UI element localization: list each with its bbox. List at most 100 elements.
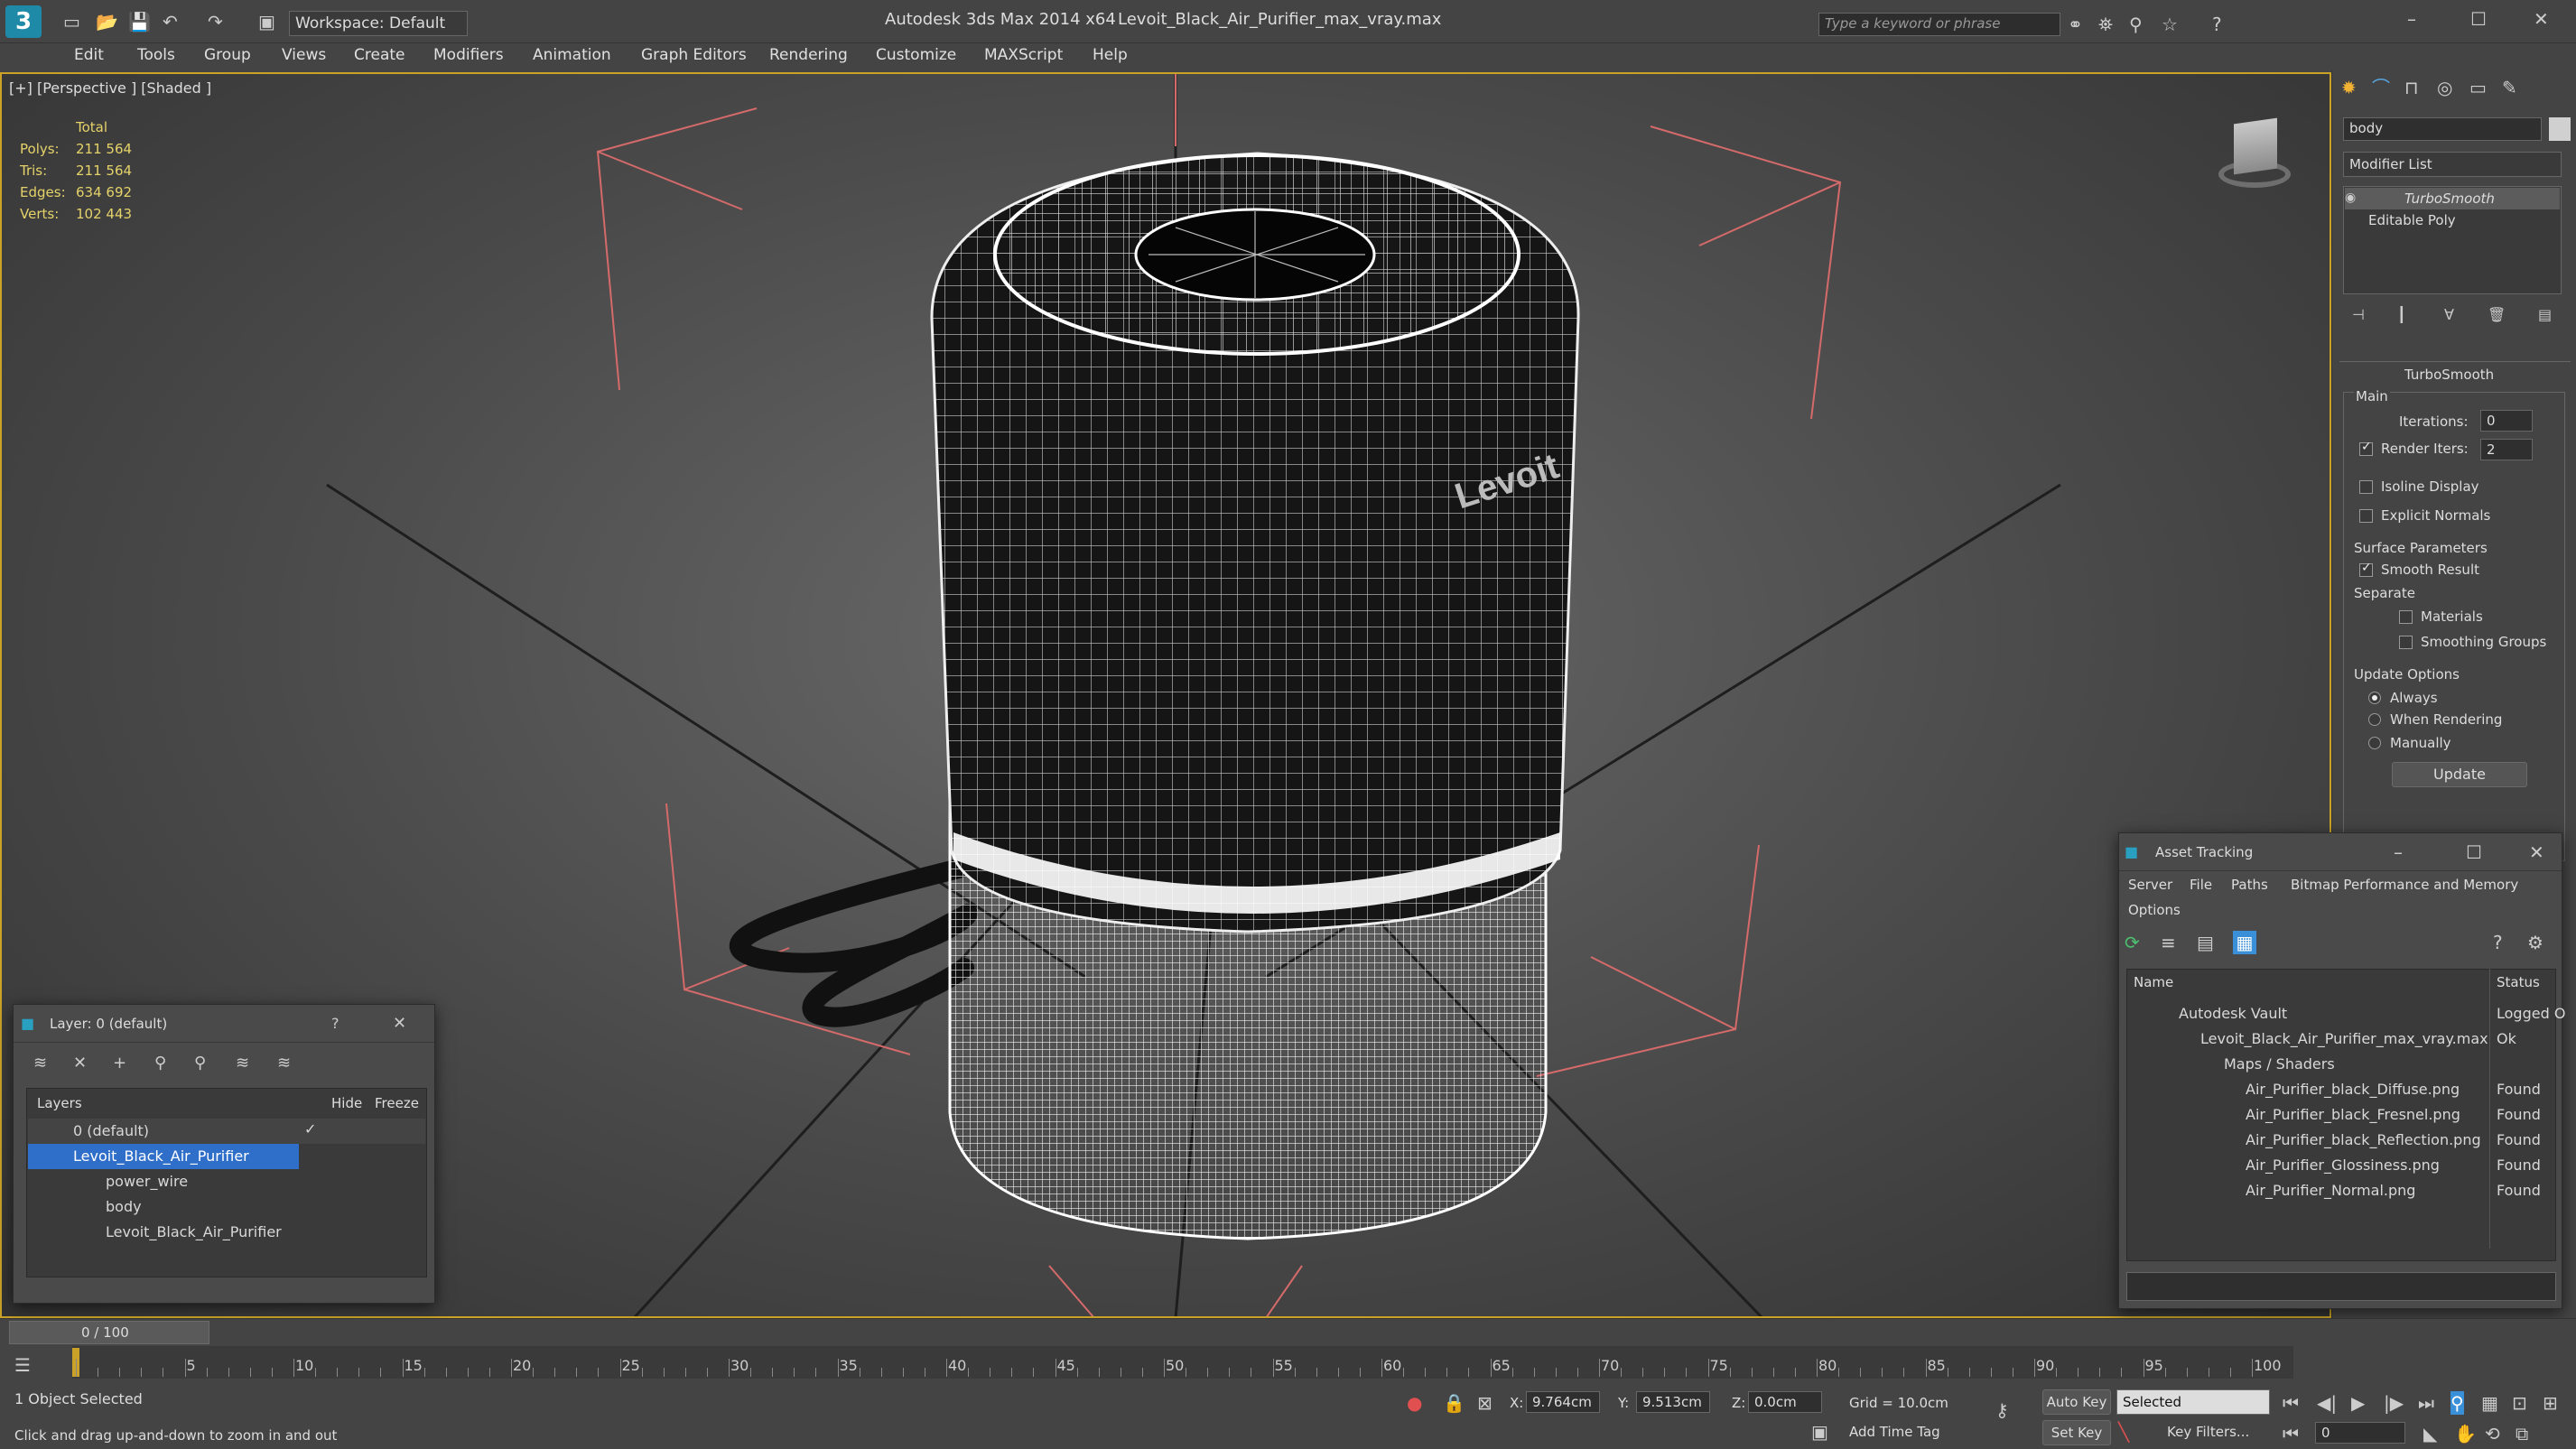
menu-animation[interactable]: Animation xyxy=(533,46,611,64)
menu-views[interactable]: Views xyxy=(282,46,326,64)
help-icon[interactable]: ? xyxy=(2212,13,2222,36)
zoom-all-icon[interactable]: ▦ xyxy=(2481,1391,2498,1415)
light-bulb-icon[interactable]: ◉ xyxy=(2345,186,2356,209)
asset-menu-bitmap[interactable]: Bitmap Performance and Memory xyxy=(2291,877,2518,893)
field-of-view-icon[interactable]: ◣ xyxy=(2423,1422,2437,1445)
menu-group[interactable]: Group xyxy=(204,46,251,64)
asset-row-normal[interactable]: Air_Purifier_Normal.png Found xyxy=(2128,1178,2554,1203)
asset-row-glossiness[interactable]: Air_Purifier_Glossiness.png Found xyxy=(2128,1153,2554,1178)
object-name-field[interactable]: body xyxy=(2343,117,2542,141)
z-coordinate-field[interactable]: 0.0cm xyxy=(1748,1391,1822,1413)
asset-menu-paths[interactable]: Paths xyxy=(2231,877,2268,893)
pan-icon[interactable]: ✋ xyxy=(2454,1422,2477,1445)
orbit-icon[interactable]: ⟲ xyxy=(2485,1422,2500,1445)
utilities-tab-icon[interactable]: ✎ xyxy=(2502,76,2517,99)
iterations-spinner[interactable]: 0 xyxy=(2480,410,2533,432)
when-rendering-radio[interactable] xyxy=(2368,713,2381,726)
table-view-icon[interactable]: ▤ xyxy=(2197,931,2214,954)
manually-radio[interactable] xyxy=(2368,737,2381,749)
viewcube[interactable] xyxy=(2205,116,2304,197)
render-iters-checkbox[interactable] xyxy=(2359,440,2373,456)
binoculars-icon[interactable]: ⚭ xyxy=(2068,13,2083,36)
freeze-all-icon[interactable]: ≋ xyxy=(277,1052,291,1075)
lock-selection-icon[interactable]: 🔒 xyxy=(1443,1391,1465,1415)
explicit-normals-checkbox[interactable] xyxy=(2359,509,2373,523)
materials-checkbox[interactable] xyxy=(2399,610,2413,624)
asset-menu-server[interactable]: Server xyxy=(2128,877,2172,893)
transform-mode-icon[interactable]: ⊠ xyxy=(1477,1391,1493,1415)
menu-modifiers[interactable]: Modifiers xyxy=(433,46,504,64)
workspace-dropdown[interactable]: Workspace: Default xyxy=(289,11,468,36)
maximize-viewport-icon[interactable]: ⧉ xyxy=(2516,1422,2528,1445)
modify-tab-icon[interactable]: ⌒ xyxy=(2372,76,2390,99)
highlight-layer-icon[interactable]: ⚲ xyxy=(194,1052,206,1075)
layer-row-default[interactable]: 0 (default) ✓ xyxy=(28,1119,425,1144)
select-objects-icon[interactable]: ⚲ xyxy=(154,1052,166,1075)
selected-dropdown[interactable]: Selected xyxy=(2116,1389,2270,1415)
key-mode-icon[interactable]: ⏮ xyxy=(2283,1422,2299,1445)
smooth-result-checkbox[interactable] xyxy=(2359,561,2373,577)
pin-icon[interactable]: ● xyxy=(1407,1391,1422,1415)
mini-curve-editor-icon[interactable]: ☰ xyxy=(14,1353,31,1377)
motion-tab-icon[interactable]: ◎ xyxy=(2437,76,2452,99)
current-frame-field[interactable]: 0 xyxy=(2315,1422,2405,1444)
update-button[interactable]: Update xyxy=(2392,762,2527,787)
save-file-icon[interactable]: 💾 xyxy=(128,10,151,33)
y-coordinate-field[interactable]: 9.513cm xyxy=(1636,1391,1710,1413)
go-to-start-icon[interactable]: ⏮ xyxy=(2283,1391,2299,1415)
open-file-icon[interactable]: 📂 xyxy=(96,10,118,33)
col-freeze-header[interactable]: Freeze xyxy=(375,1095,419,1111)
list-view-icon[interactable]: ≡ xyxy=(2161,931,2176,954)
rollout-turbosmooth-title[interactable]: TurboSmooth xyxy=(2404,367,2494,383)
next-frame-icon[interactable]: |▶ xyxy=(2384,1391,2404,1415)
col-hide-header[interactable]: Hide xyxy=(331,1095,362,1111)
layer-help-icon[interactable]: ? xyxy=(331,1012,339,1036)
make-unique-icon[interactable]: ∀ xyxy=(2444,303,2454,327)
menu-maxscript[interactable]: MAXScript xyxy=(984,46,1063,64)
layer-row-body[interactable]: body xyxy=(28,1194,425,1220)
layer-close-icon[interactable]: ✕ xyxy=(393,1012,406,1036)
subscription-icon[interactable]: ⛯ xyxy=(2098,13,2113,36)
asset-menu-file[interactable]: File xyxy=(2190,877,2212,893)
create-layer-icon[interactable]: ≋ xyxy=(33,1052,47,1075)
asset-title-bar[interactable]: ■ Asset Tracking – ☐ ✕ xyxy=(2119,833,2562,871)
key-filters-button[interactable]: Key Filters... xyxy=(2167,1424,2249,1440)
menu-customize[interactable]: Customize xyxy=(876,46,956,64)
asset-help-icon[interactable]: ? xyxy=(2493,931,2503,954)
play-icon[interactable]: ▶ xyxy=(2351,1391,2365,1415)
zoom-extents-icon[interactable]: ⊡ xyxy=(2512,1391,2527,1415)
asset-close-icon[interactable]: ✕ xyxy=(2529,841,2544,864)
menu-edit[interactable]: Edit xyxy=(74,46,104,64)
asset-minimize-icon[interactable]: – xyxy=(2394,841,2403,864)
col-name-header[interactable]: Name xyxy=(2134,974,2173,990)
menu-tools[interactable]: Tools xyxy=(137,46,175,64)
add-to-layer-icon[interactable]: + xyxy=(113,1052,126,1075)
display-tab-icon[interactable]: ▭ xyxy=(2469,76,2487,99)
asset-path-field[interactable] xyxy=(2126,1272,2556,1301)
menu-help[interactable]: Help xyxy=(1093,46,1128,64)
search-input[interactable]: Type a keyword or phrase xyxy=(1818,13,2060,36)
render-iters-spinner[interactable]: 2 xyxy=(2480,439,2533,460)
show-end-result-icon[interactable]: ┃ xyxy=(2397,303,2406,327)
auto-key-button[interactable]: Auto Key xyxy=(2042,1389,2111,1415)
set-key-button[interactable]: Set Key xyxy=(2042,1420,2111,1445)
col-status-header[interactable]: Status xyxy=(2497,974,2540,990)
create-tab-icon[interactable]: ✹ xyxy=(2341,76,2357,99)
col-layers-header[interactable]: Layers xyxy=(37,1095,82,1111)
menu-graph-editors[interactable]: Graph Editors xyxy=(641,46,747,64)
zoom-extents-all-icon[interactable]: ⊞ xyxy=(2543,1391,2558,1415)
app-logo-icon[interactable]: 3 xyxy=(5,5,42,38)
set-key-icon[interactable]: ╲ xyxy=(2118,1420,2129,1444)
add-time-tag[interactable]: Add Time Tag xyxy=(1849,1424,1940,1440)
modifier-list-dropdown[interactable]: Modifier List xyxy=(2343,152,2562,177)
configure-modifiers-icon[interactable]: ▤ xyxy=(2538,303,2552,327)
previous-frame-icon[interactable]: ◀| xyxy=(2317,1391,2337,1415)
close-icon[interactable]: ✕ xyxy=(2534,7,2549,31)
hierarchy-tab-icon[interactable]: ⊓ xyxy=(2404,76,2419,99)
project-folder-icon[interactable]: ▣ xyxy=(258,10,275,33)
zoom-icon[interactable]: ⚲ xyxy=(2450,1391,2464,1415)
communication-icon[interactable]: ⚲ xyxy=(2129,13,2143,36)
layer-row-levoit-object[interactable]: Levoit_Black_Air_Purifier xyxy=(28,1220,425,1245)
x-coordinate-field[interactable]: 9.764cm xyxy=(1526,1391,1600,1413)
key-icon[interactable]: ⚷ xyxy=(1995,1398,2009,1422)
